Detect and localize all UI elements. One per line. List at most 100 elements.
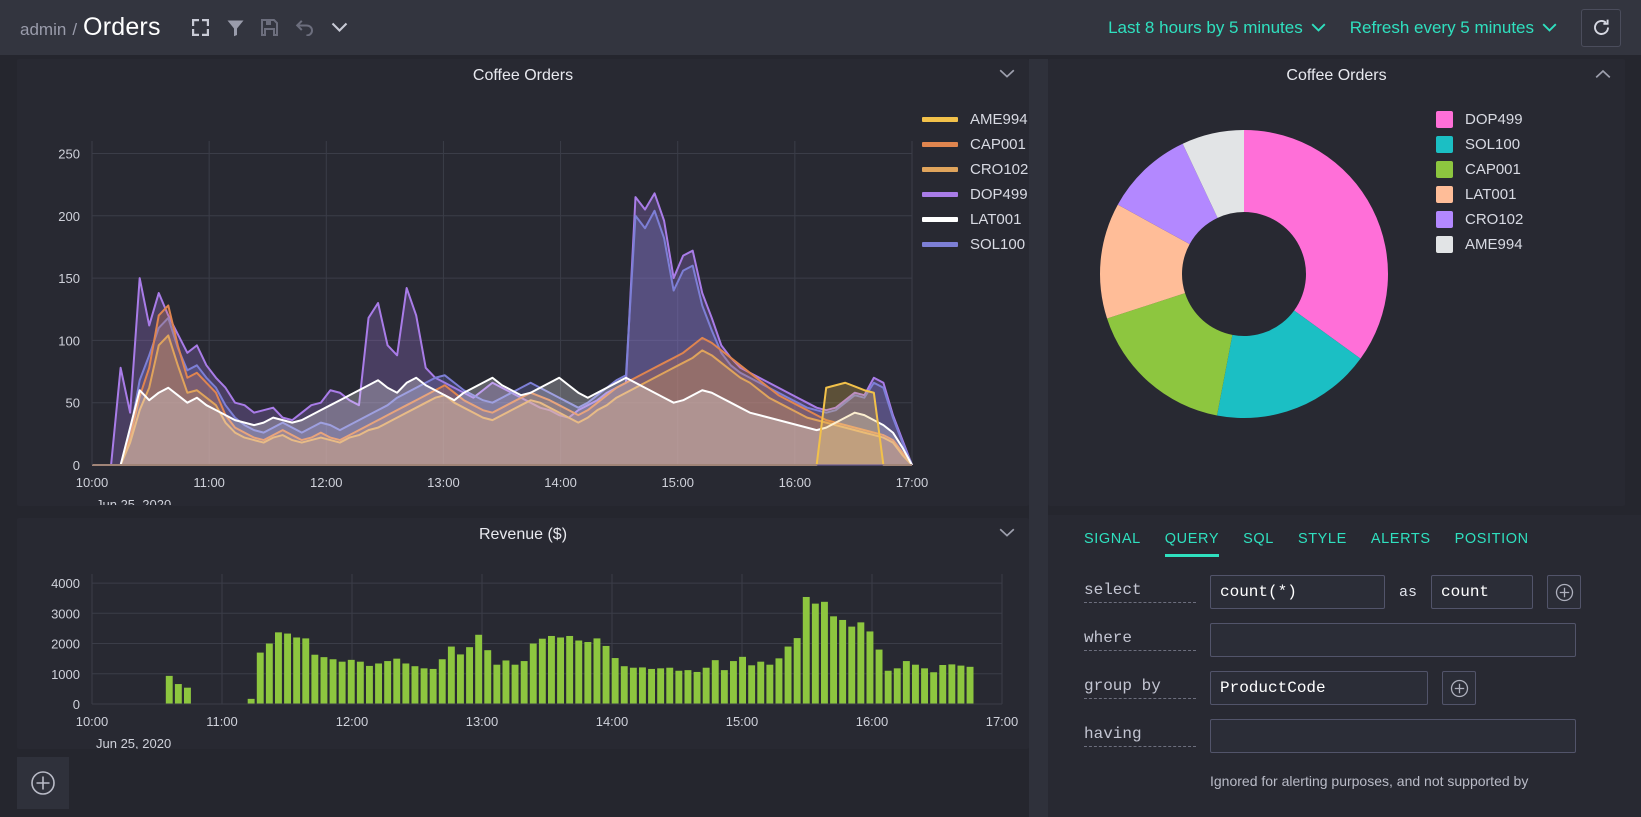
tab-style[interactable]: STYLE xyxy=(1298,531,1347,557)
where-label: where xyxy=(1084,629,1196,651)
svg-text:12:00: 12:00 xyxy=(310,475,343,490)
legend-label: CRO102 xyxy=(970,161,1029,178)
legend-label: DOP499 xyxy=(970,186,1028,203)
undo-icon[interactable] xyxy=(295,19,314,36)
legend-item[interactable]: AME994 xyxy=(922,111,1028,128)
svg-text:13:00: 13:00 xyxy=(427,475,460,490)
donut-segment[interactable] xyxy=(1244,130,1388,359)
legend-label: CAP001 xyxy=(1465,161,1521,178)
chevron-down-icon[interactable] xyxy=(999,526,1015,541)
legend-color-swatch xyxy=(1436,186,1453,203)
legend-label: AME994 xyxy=(1465,236,1523,253)
legend-color-swatch xyxy=(1436,211,1453,228)
svg-text:10:00: 10:00 xyxy=(76,714,109,729)
legend-label: CAP001 xyxy=(970,136,1026,153)
legend-item[interactable]: CRO102 xyxy=(922,161,1028,178)
as-label: as xyxy=(1399,583,1418,601)
select-label: select xyxy=(1084,581,1196,603)
donut-chart-legend: DOP499 SOL100 CAP001 LAT001 CRO102 AME994 xyxy=(1436,111,1523,253)
legend-item[interactable]: DOP499 xyxy=(922,186,1028,203)
bar-chart-svg: 0 1000 2000 3000 4000 10:00 11:00 12:00 13:00 14:… xyxy=(51,574,1019,751)
legend-color-swatch xyxy=(922,192,958,197)
legend-item[interactable]: SOL100 xyxy=(922,236,1028,253)
chevron-down-icon[interactable] xyxy=(999,67,1015,82)
panel-header: Coffee Orders xyxy=(17,59,1029,93)
time-range-selector[interactable]: Last 8 hours by 5 minutes xyxy=(1108,18,1326,38)
svg-text:10:00: 10:00 xyxy=(76,475,109,490)
svg-text:16:00: 16:00 xyxy=(779,475,812,490)
having-note: Ignored for alerting purposes, and not s… xyxy=(1210,773,1529,789)
area-chart: 0 50 100 150 200 250 10:00 11:00 12:00 13:00 14:00… xyxy=(17,93,1029,512)
fullscreen-icon[interactable] xyxy=(191,18,210,37)
tab-query[interactable]: QUERY xyxy=(1164,531,1220,557)
refresh-button[interactable] xyxy=(1581,8,1621,47)
refresh-interval-selector[interactable]: Refresh every 5 minutes xyxy=(1350,18,1557,38)
legend-color-swatch xyxy=(1436,161,1453,178)
add-select-button[interactable] xyxy=(1547,575,1582,609)
svg-text:15:00: 15:00 xyxy=(726,714,759,729)
tab-position[interactable]: POSITION xyxy=(1455,531,1529,557)
legend-item[interactable]: CAP001 xyxy=(1436,161,1523,178)
refresh-interval-label: Refresh every 5 minutes xyxy=(1349,17,1534,37)
svg-text:12:00: 12:00 xyxy=(336,714,369,729)
svg-text:17:00: 17:00 xyxy=(896,475,929,490)
panel-coffee-orders-pie: Coffee Orders DOP499 SOL100 CAP001 LAT001 CR… xyxy=(1048,59,1625,506)
tab-signal[interactable]: SIGNAL xyxy=(1084,531,1141,557)
svg-text:17:00: 17:00 xyxy=(986,714,1019,729)
legend-label: AME994 xyxy=(970,111,1028,128)
query-editor-tabs: SIGNAL QUERY SQL STYLE ALERTS POSITION xyxy=(1048,515,1641,557)
group-by-input[interactable] xyxy=(1210,671,1428,705)
svg-text:Jun 25, 2020: Jun 25, 2020 xyxy=(96,497,171,505)
query-row-having: having xyxy=(1084,719,1611,753)
svg-text:1000: 1000 xyxy=(51,667,80,682)
legend-item[interactable]: CRO102 xyxy=(1436,211,1523,228)
breadcrumb: admin / Orders xyxy=(20,13,161,42)
legend-label: SOL100 xyxy=(970,236,1026,253)
area-chart-legend: AME994 CAP001 CRO102 DOP499 LAT001 SOL100 xyxy=(922,111,1028,253)
time-range-label: Last 8 hours by 5 minutes xyxy=(1108,17,1303,37)
add-group-by-button[interactable] xyxy=(1442,671,1476,705)
chevron-up-icon[interactable] xyxy=(1595,67,1611,82)
chevron-down-icon xyxy=(1542,20,1557,35)
legend-item[interactable]: SOL100 xyxy=(1436,136,1523,153)
breadcrumb-separator: / xyxy=(72,20,78,39)
svg-text:0: 0 xyxy=(73,458,80,473)
svg-text:Jun 25, 2020: Jun 25, 2020 xyxy=(96,736,171,749)
legend-color-swatch xyxy=(922,217,958,222)
svg-text:14:00: 14:00 xyxy=(596,714,629,729)
top-bar: admin / Orders Last 8 hours by 5 minutes… xyxy=(0,0,1641,55)
svg-text:4000: 4000 xyxy=(51,576,80,591)
tab-sql[interactable]: SQL xyxy=(1243,531,1274,557)
legend-item[interactable]: LAT001 xyxy=(1436,186,1523,203)
panel-title: Coffee Orders xyxy=(1286,67,1387,84)
legend-item[interactable]: DOP499 xyxy=(1436,111,1523,128)
having-input[interactable] xyxy=(1210,719,1576,753)
svg-text:14:00: 14:00 xyxy=(544,475,577,490)
where-input[interactable] xyxy=(1210,623,1576,657)
chevron-down-icon[interactable] xyxy=(331,22,348,33)
save-icon[interactable] xyxy=(260,19,278,36)
svg-text:13:00: 13:00 xyxy=(466,714,499,729)
chevron-down-icon xyxy=(1311,20,1326,35)
panel-coffee-orders-area: Coffee Orders 0 50 100 150 200 250 10:00 11:00 1… xyxy=(17,59,1029,512)
legend-item[interactable]: AME994 xyxy=(1436,236,1523,253)
legend-label: CRO102 xyxy=(1465,211,1524,228)
legend-color-swatch xyxy=(922,142,958,147)
alias-input[interactable] xyxy=(1431,575,1534,609)
add-panel-button[interactable] xyxy=(17,757,69,809)
panel-side-rail xyxy=(1029,59,1048,817)
svg-text:15:00: 15:00 xyxy=(661,475,694,490)
select-input[interactable] xyxy=(1210,575,1385,609)
having-label: having xyxy=(1084,725,1196,747)
panel-revenue-bar: Revenue ($) 0 1000 2000 3000 4000 10:00 11:00 1… xyxy=(17,518,1029,751)
svg-text:11:00: 11:00 xyxy=(193,475,225,490)
legend-label: LAT001 xyxy=(970,211,1022,228)
svg-text:2000: 2000 xyxy=(51,637,80,652)
page-title: Orders xyxy=(83,13,161,41)
legend-item[interactable]: LAT001 xyxy=(922,211,1028,228)
legend-item[interactable]: CAP001 xyxy=(922,136,1028,153)
breadcrumb-root[interactable]: admin xyxy=(20,20,66,40)
tab-alerts[interactable]: ALERTS xyxy=(1371,531,1431,557)
filter-icon[interactable] xyxy=(227,19,244,37)
area-chart-svg: 0 50 100 150 200 250 10:00 11:00 12:00 13:00 14:00… xyxy=(58,141,929,512)
